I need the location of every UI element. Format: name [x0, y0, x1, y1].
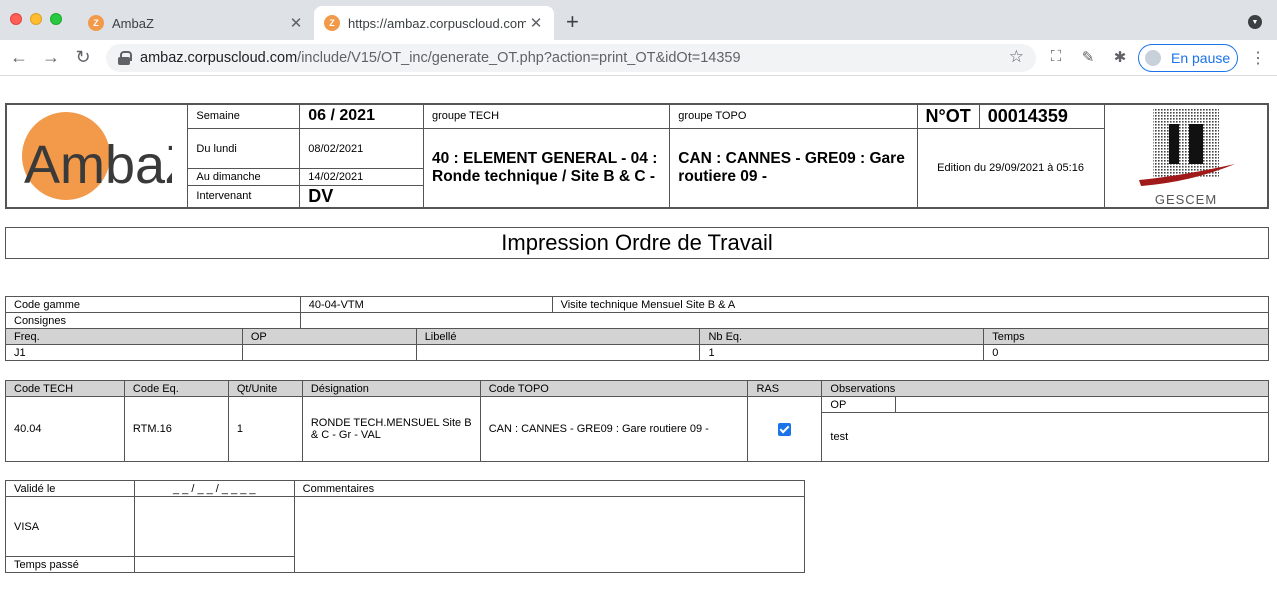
code-tech-cell: 40.04	[5, 396, 125, 462]
not-value: 00014359	[978, 103, 1105, 129]
qt-cell: 1	[227, 396, 303, 462]
tab-title: AmbaZ	[112, 15, 154, 31]
back-arrow-icon[interactable]: ←	[8, 47, 30, 68]
visa-label: VISA	[5, 496, 135, 557]
valide-le-label: Validé le	[5, 480, 135, 497]
browser-tab-bar: Z AmbaZ ✕ Z https://ambaz.corpuscloud.co…	[0, 0, 1277, 40]
ambaz-favicon-icon: Z	[88, 15, 104, 31]
temps-passe-label: Temps passé	[5, 556, 135, 573]
browser-tab-ambaz[interactable]: Z AmbaZ ✕	[78, 6, 314, 40]
close-icon[interactable]: ✕	[526, 14, 546, 32]
observation-cell: test	[821, 412, 1269, 462]
au-dimanche-value: 14/02/2021	[299, 168, 424, 186]
groupe-tech-value: 40 : ELEMENT GENERAL - 04 : Ronde techni…	[422, 127, 671, 209]
col-header: Libellé	[415, 328, 701, 345]
designation-cell: RONDE TECH.MENSUEL Site B & C - Gr - VAL	[301, 396, 481, 462]
table-row: J1 1 0	[5, 344, 1269, 361]
table-cell: J1	[5, 344, 243, 361]
commentaires-value	[293, 496, 806, 573]
table-cell	[415, 344, 701, 361]
avatar	[1143, 48, 1163, 68]
gamme-description: Visite technique Mensuel Site B & A	[551, 296, 1270, 313]
col-header: Observations	[821, 380, 1269, 397]
consignes-label: Consignes	[5, 312, 301, 329]
url-path: /include/V15/OT_inc/generate_OT.php?acti…	[297, 50, 741, 66]
col-header: Code TOPO	[479, 380, 749, 397]
temps-passe-value	[133, 556, 295, 573]
col-header: Nb Eq.	[699, 328, 985, 345]
profile-button[interactable]: En pause	[1138, 44, 1238, 72]
col-header: Désignation	[301, 380, 481, 397]
edition-date: Edition du 29/09/2021 à 05:16	[916, 127, 1105, 209]
semaine-value: 06 / 2021	[299, 103, 424, 129]
ambaz-logo: AmbaZ	[22, 111, 198, 201]
code-topo-cell: CAN : CANNES - GRE09 : Gare routiere 09 …	[479, 396, 749, 462]
col-header: Qt/Unite	[227, 380, 303, 397]
commentaires-label: Commentaires	[293, 480, 806, 497]
not-label: N°OT	[916, 103, 980, 129]
col-header: Freq.	[5, 328, 243, 345]
lock-icon	[118, 51, 132, 65]
groupe-topo-label: groupe TOPO	[669, 103, 918, 129]
consignes-value	[299, 312, 1270, 329]
intervenant-value: DV	[299, 184, 424, 209]
col-header: Code TECH	[5, 380, 125, 397]
table-cell: 0	[983, 344, 1269, 361]
valide-le-date: _ _ / _ _ / _ _ _ _	[133, 480, 295, 497]
op-label: OP	[821, 396, 897, 413]
col-header: OP	[241, 328, 417, 345]
operations-table: Code TECH Code Eq. Qt/Unite Désignation …	[5, 380, 1269, 462]
gescem-text: GESCEM	[1155, 192, 1217, 206]
browser-tab-print-ot[interactable]: Z https://ambaz.corpuscloud.com ✕	[314, 6, 554, 40]
du-lundi-label: Du lundi	[187, 127, 301, 170]
screenshot-icon[interactable]: ⛶	[1046, 48, 1066, 68]
page-title: Impression Ordre de Travail	[5, 227, 1269, 259]
semaine-label: Semaine	[187, 103, 301, 129]
code-gamme-value: 40-04-VTM	[299, 296, 553, 313]
ras-cell	[747, 396, 823, 462]
code-eq-cell: RTM.16	[123, 396, 229, 462]
col-header: RAS	[747, 380, 823, 397]
groupe-tech-label: groupe TECH	[422, 103, 671, 129]
eyedropper-icon[interactable]: ✎	[1078, 48, 1098, 68]
gamme-table: Code gamme 40-04-VTM Visite technique Me…	[5, 296, 1270, 361]
window-minimize-button[interactable]	[30, 13, 42, 25]
au-dimanche-label: Au dimanche	[187, 168, 301, 186]
visa-value	[133, 496, 295, 557]
col-header: Temps	[983, 328, 1269, 345]
address-bar[interactable]: ambaz.corpuscloud.com/include/V15/OT_inc…	[106, 44, 1036, 72]
logo-text: AmbaZ	[24, 135, 172, 195]
ot-header-table: AmbaZ Semaine 06 / 2021 groupe TECH grou…	[5, 103, 1269, 209]
du-lundi-value: 08/02/2021	[299, 127, 424, 170]
tab-title: https://ambaz.corpuscloud.com	[348, 15, 526, 31]
groupe-topo-value: CAN : CANNES - GRE09 : Gare routiere 09 …	[669, 127, 918, 209]
ras-checkbox[interactable]	[778, 422, 792, 436]
forward-arrow-icon[interactable]: →	[40, 47, 62, 68]
gescem-logo-cell: GESCEM	[1103, 103, 1269, 209]
extensions-puzzle-icon[interactable]: ✱	[1110, 48, 1130, 68]
url-host: ambaz.corpuscloud.com	[140, 50, 298, 66]
bookmark-star-icon[interactable]: ☆	[1009, 47, 1024, 67]
op-value	[895, 396, 1269, 413]
gescem-logo: GESCEM	[1131, 106, 1241, 207]
table-cell	[241, 344, 417, 361]
close-icon[interactable]: ✕	[286, 14, 306, 32]
ambaz-favicon-icon: Z	[324, 15, 340, 31]
browser-toolbar: ← → ↻ ambaz.corpuscloud.com/include/V15/…	[0, 40, 1277, 76]
window-zoom-button[interactable]	[50, 13, 62, 25]
table-cell: 1	[699, 344, 985, 361]
tab-search-icon[interactable]: ▼	[1248, 15, 1262, 29]
new-tab-icon[interactable]: +	[566, 9, 579, 35]
col-header: Code Eq.	[123, 380, 229, 397]
profile-label: En pause	[1171, 50, 1231, 66]
ambaz-logo-cell: AmbaZ	[5, 103, 198, 209]
more-menu-icon[interactable]: ⋮	[1250, 48, 1266, 68]
validation-table: Validé le _ _ / _ _ / _ _ _ _ Commentair…	[5, 480, 806, 573]
gamme-header-row: Freq. OP Libellé Nb Eq. Temps	[5, 328, 1269, 345]
code-gamme-label: Code gamme	[5, 296, 301, 313]
operations-header-row: Code TECH Code Eq. Qt/Unite Désignation …	[5, 380, 1269, 397]
intervenant-label: Intervenant	[187, 184, 301, 209]
window-close-button[interactable]	[10, 13, 22, 25]
reload-icon[interactable]: ↻	[72, 47, 94, 68]
